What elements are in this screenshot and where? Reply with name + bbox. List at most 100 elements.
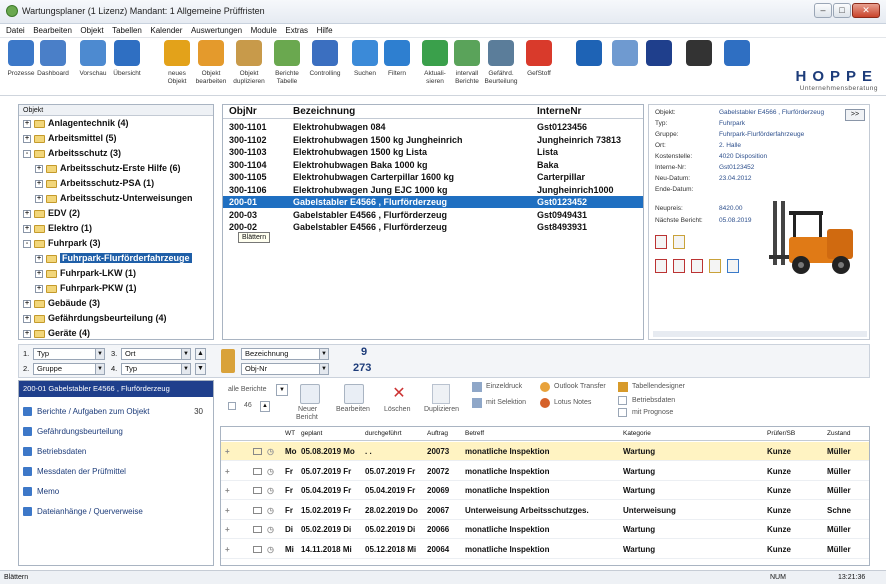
tree-expander[interactable]: +: [35, 164, 43, 173]
nav-item[interactable]: Memo: [23, 485, 209, 499]
duplicate-object-icon[interactable]: [236, 40, 262, 66]
lotus-notes-button[interactable]: Lotus Notes: [554, 399, 591, 406]
tree-expander[interactable]: +: [23, 224, 31, 233]
duplicate-icon[interactable]: [432, 384, 450, 404]
chevron-down-icon[interactable]: ▼: [181, 349, 190, 359]
tree-node-label[interactable]: Fuhrpark-Flurförderfahrzeuge: [60, 253, 192, 263]
toolbar-button-1[interactable]: Dashboard: [36, 40, 70, 94]
nav-item[interactable]: Dateianhänge / Querverweise: [23, 505, 209, 519]
close-button[interactable]: ✕: [852, 3, 880, 18]
table-row[interactable]: + ◷ Mo 05.08.2019 Mo . . 20073 monatliche Insp…: [221, 442, 869, 461]
rfid-icon[interactable]: [646, 40, 672, 66]
single-print-button[interactable]: Einzeldruck: [486, 383, 522, 390]
all-reports-checkbox[interactable]: [228, 402, 236, 410]
chart-icon[interactable]: [312, 40, 338, 66]
delete-button[interactable]: Löschen: [384, 406, 410, 413]
menu-tabellen[interactable]: Tabellen: [112, 24, 142, 38]
interval-reports-icon[interactable]: [454, 40, 480, 66]
tree-node[interactable]: + EDV (2): [19, 206, 213, 221]
table-row[interactable]: 200-01 Gabelstabler E4566 , Flurförderzeu…: [223, 196, 643, 208]
outlook-icon[interactable]: [540, 382, 550, 392]
chevron-down-icon[interactable]: ▼: [95, 349, 104, 359]
new-report-icon[interactable]: [300, 384, 320, 404]
tree-node[interactable]: + Gefährdungsbeurteilung (4): [19, 311, 213, 326]
camera-icon[interactable]: [686, 40, 712, 66]
delete-icon[interactable]: ✕: [390, 384, 408, 404]
chevron-down-icon[interactable]: ▼: [319, 364, 328, 374]
globe-icon[interactable]: [114, 40, 140, 66]
selection-print-icon[interactable]: [472, 398, 482, 408]
toolbar-button-12[interactable]: intervall Berichte: [450, 40, 484, 94]
document-icon[interactable]: [727, 259, 739, 273]
table-row[interactable]: + ◷ Fr 05.04.2019 Fr 05.04.2019 Fr 20069 monat…: [221, 481, 869, 500]
tree-node[interactable]: + Arbeitsmittel (5): [19, 131, 213, 146]
table-row[interactable]: + ◷ Di 05.02.2019 Di 05.02.2019 Di 20066 monat…: [221, 520, 869, 539]
col-geplant-header[interactable]: geplant: [301, 427, 322, 441]
toolbar-button-8[interactable]: Controlling: [308, 40, 342, 94]
report-table-icon[interactable]: [274, 40, 300, 66]
count-stepper[interactable]: ▲: [260, 401, 270, 412]
expand-detail-button[interactable]: >>: [845, 109, 865, 121]
lotus-icon[interactable]: [540, 398, 550, 408]
selection-print-button[interactable]: mit Selektion: [486, 399, 526, 406]
chevron-down-icon[interactable]: ▼: [319, 349, 328, 359]
forecast-checkbox[interactable]: [618, 408, 627, 417]
col-wt-header[interactable]: WT: [285, 427, 295, 441]
scanner-icon[interactable]: [612, 40, 638, 66]
menu-module[interactable]: Module: [251, 24, 277, 38]
menu-datei[interactable]: Datei: [6, 24, 25, 38]
new-report-label[interactable]: Neuer: [298, 406, 317, 413]
chevron-down-icon[interactable]: ▼: [95, 364, 104, 374]
menu-hilfe[interactable]: Hilfe: [317, 24, 333, 38]
nav-item[interactable]: Gefährdungsbeurteilung: [23, 425, 209, 439]
tree-node-label[interactable]: Arbeitsschutz-Unterweisungen: [60, 193, 193, 203]
row-expander[interactable]: +: [225, 462, 230, 481]
tree-node-label[interactable]: Fuhrpark-PKW (1): [60, 283, 137, 293]
clipboard-icon[interactable]: [8, 40, 34, 66]
preview-icon[interactable]: [80, 40, 106, 66]
toolbar-button-18[interactable]: [682, 40, 716, 94]
tree-expander[interactable]: +: [35, 179, 43, 188]
document-icon[interactable]: [709, 259, 721, 273]
col-betreff-header[interactable]: Betreff: [465, 427, 484, 441]
tree-expander[interactable]: +: [23, 209, 31, 218]
tree-expander[interactable]: +: [23, 134, 31, 143]
tree-node[interactable]: + Gebäude (3): [19, 296, 213, 311]
col-durchgefuehrt-header[interactable]: durchgeführt: [365, 427, 402, 441]
tree-expander[interactable]: +: [23, 314, 31, 323]
toolbar-button-14[interactable]: GefStoff: [522, 40, 556, 94]
table-row[interactable]: 200-02 Gabelstabler E4566 , Flurförderzeu…: [223, 221, 643, 233]
operating-data-checkbox[interactable]: [618, 396, 627, 405]
toolbar-button-13[interactable]: Gefährd. Beurteilung: [484, 40, 518, 94]
tree-expander[interactable]: +: [35, 284, 43, 293]
tree-expander[interactable]: +: [35, 269, 43, 278]
maximize-button[interactable]: □: [833, 3, 851, 18]
table-row[interactable]: 300-1102 Elektrohubwagen 1500 kg Junghein…: [223, 134, 643, 146]
mobile-icon[interactable]: [576, 40, 602, 66]
tree-node-label[interactable]: EDV (2): [48, 208, 80, 218]
outlook-transfer-button[interactable]: Outlook Transfer: [554, 383, 606, 390]
tree-expander[interactable]: +: [23, 299, 31, 308]
tree-node-label[interactable]: Geräte (4): [48, 328, 90, 338]
tree-node[interactable]: + Geräte (4): [19, 326, 213, 339]
tree-expander[interactable]: -: [23, 149, 31, 158]
table-row[interactable]: 300-1104 Elektrohubwagen Baka 1000 kg Baka: [223, 159, 643, 171]
toolbar-button-0[interactable]: Prozesse: [4, 40, 38, 94]
table-row[interactable]: 300-1103 Elektrohubwagen 1500 kg Lista Lis…: [223, 146, 643, 158]
tree-node-label[interactable]: Arbeitsschutz (3): [48, 148, 121, 158]
minimize-button[interactable]: –: [814, 3, 832, 18]
table-row[interactable]: 200-03 Gabelstabler E4566 , Flurförderzeu…: [223, 209, 643, 221]
table-row[interactable]: + ◷ Mi 14.11.2018 Mi 05.12.2018 Mi 20064 monat…: [221, 540, 869, 559]
sort-field-select[interactable]: Obj-Nr ▼: [241, 363, 329, 375]
new-report-label-2[interactable]: Bericht: [296, 414, 318, 421]
nav-item[interactable]: Berichte / Aufgaben zum Objekt 30: [23, 405, 209, 419]
refresh-icon[interactable]: [422, 40, 448, 66]
toolbar-button-10[interactable]: Filtern: [380, 40, 414, 94]
col-bezeichnung-header[interactable]: Bezeichnung: [293, 105, 355, 119]
all-reports-dropdown[interactable]: ▼: [276, 384, 288, 396]
hazard-icon[interactable]: [526, 40, 552, 66]
tree-expander[interactable]: +: [35, 194, 43, 203]
toolbar-button-5[interactable]: Objekt bearbeiten: [194, 40, 228, 94]
table-row[interactable]: 300-1106 Elektrohubwagen Jung EJC 1000 kg…: [223, 184, 643, 196]
risk-assessment-icon[interactable]: [488, 40, 514, 66]
